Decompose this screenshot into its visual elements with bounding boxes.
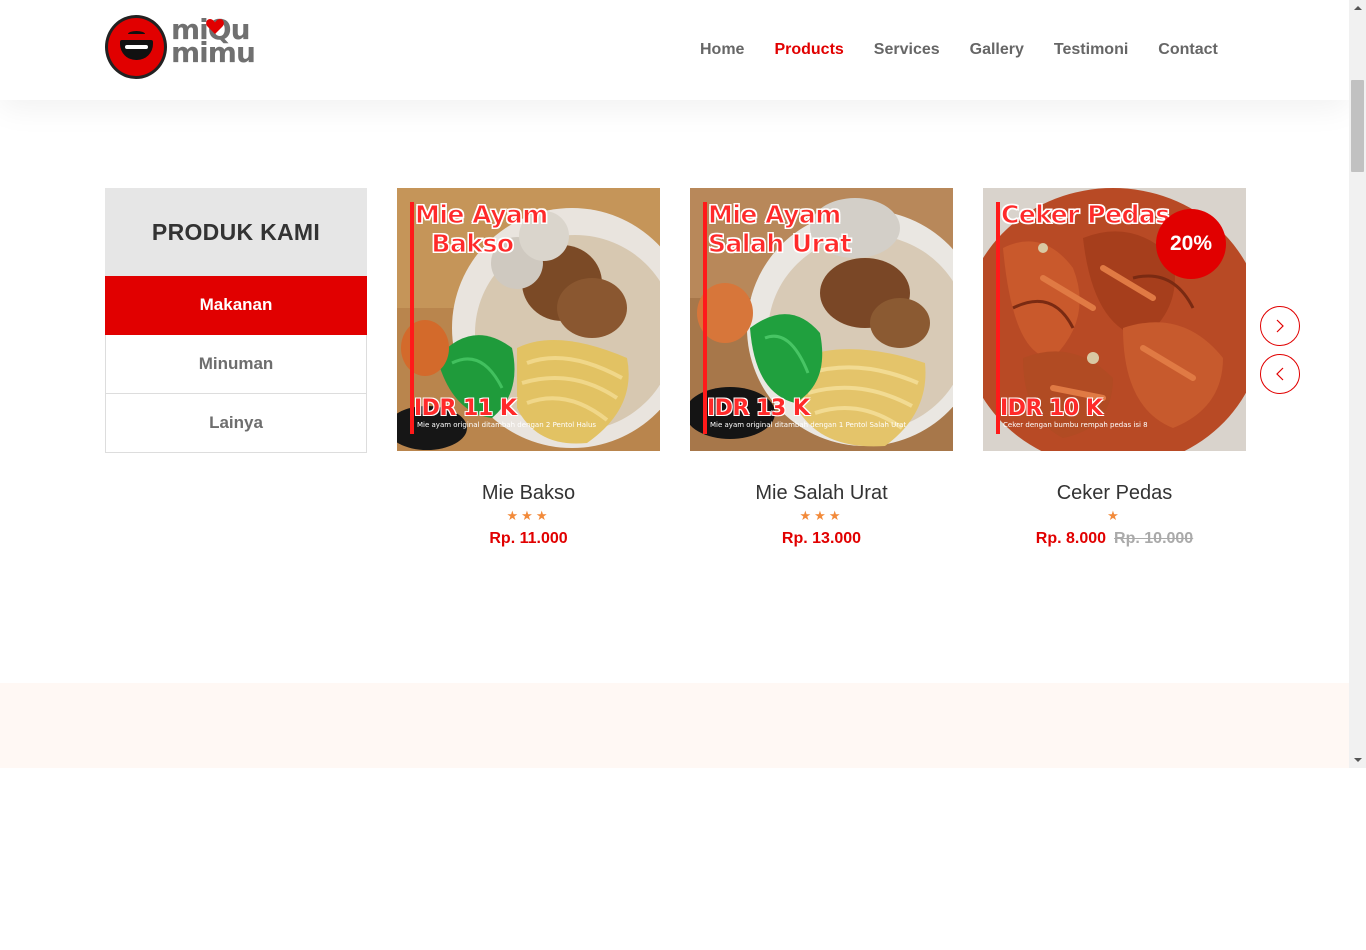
image-title: Mie Ayam Bakso bbox=[415, 200, 549, 259]
nav-contact[interactable]: Contact bbox=[1158, 38, 1218, 62]
sidebar-title: PRODUK KAMI bbox=[105, 188, 367, 276]
heart-icon bbox=[206, 19, 224, 34]
discount-badge: 20% bbox=[1156, 209, 1226, 279]
product-price: Rp. 11.000 bbox=[397, 529, 660, 549]
price-current: Rp. 11.000 bbox=[489, 530, 568, 547]
nav-gallery[interactable]: Gallery bbox=[970, 38, 1024, 62]
product-image[interactable]: Ceker Pedas IDR 10 K Ceker dengan bumbu … bbox=[983, 188, 1246, 451]
product-image[interactable]: Mie Ayam Bakso IDR 11 K Mie ayam origina… bbox=[397, 188, 660, 451]
product-card[interactable]: Mie Ayam Bakso IDR 11 K Mie ayam origina… bbox=[397, 188, 660, 549]
site-header: miQu mimu Home Products Services Gallery… bbox=[0, 0, 1349, 100]
product-image[interactable]: Mie Ayam Salah Urat IDR 13 K Mie ayam or… bbox=[690, 188, 953, 451]
product-card[interactable]: Mie Ayam Salah Urat IDR 13 K Mie ayam or… bbox=[690, 188, 953, 549]
next-section-band bbox=[0, 683, 1349, 768]
price-current: Rp. 8.000 bbox=[1035, 530, 1107, 547]
image-price: IDR 11 K bbox=[414, 396, 517, 421]
price-current: Rp. 13.000 bbox=[781, 530, 862, 547]
product-name[interactable]: Ceker Pedas bbox=[983, 481, 1246, 505]
image-title: Mie Ayam Salah Urat bbox=[707, 200, 852, 259]
image-price: IDR 10 K bbox=[1000, 396, 1103, 421]
slider-next-button[interactable] bbox=[1260, 306, 1300, 346]
category-minuman[interactable]: Minuman bbox=[105, 335, 367, 394]
scroll-up-icon[interactable] bbox=[1349, 0, 1366, 17]
category-lainya[interactable]: Lainya bbox=[105, 394, 367, 453]
nav-testimoni[interactable]: Testimoni bbox=[1054, 38, 1128, 62]
image-price: IDR 13 K bbox=[707, 396, 810, 421]
image-caption: Ceker dengan bumbu rempah pedas isi 8 bbox=[1003, 421, 1148, 429]
rating-stars: ★★★ bbox=[799, 509, 844, 524]
nav-services[interactable]: Services bbox=[874, 38, 940, 62]
slider-prev-button[interactable] bbox=[1260, 354, 1300, 394]
rating-stars: ★★★ bbox=[506, 509, 551, 524]
price-original: Rp. 10.000 bbox=[1114, 530, 1194, 547]
chevron-left-icon bbox=[1276, 367, 1284, 381]
product-name[interactable]: Mie Salah Urat bbox=[690, 481, 953, 505]
product-name[interactable]: Mie Bakso bbox=[397, 481, 660, 505]
logo-text-line2: mimu bbox=[171, 36, 256, 69]
nav-products[interactable]: Products bbox=[774, 38, 843, 62]
product-category-sidebar: PRODUK KAMI Makanan Minuman Lainya bbox=[105, 188, 367, 453]
bowl-logo-icon bbox=[105, 15, 167, 79]
category-makanan[interactable]: Makanan bbox=[105, 276, 367, 335]
main-nav: Home Products Services Gallery Testimoni… bbox=[700, 38, 1218, 62]
blank-area bbox=[0, 768, 1366, 950]
image-title: Ceker Pedas bbox=[1001, 200, 1171, 230]
image-caption: Mie ayam original ditambah dengan 2 Pent… bbox=[417, 421, 597, 429]
nav-home[interactable]: Home bbox=[700, 38, 744, 62]
product-card[interactable]: Ceker Pedas IDR 10 K Ceker dengan bumbu … bbox=[983, 188, 1246, 549]
rating-stars: ★ bbox=[1107, 509, 1122, 524]
chevron-right-icon bbox=[1276, 319, 1284, 333]
product-price: Rp. 8.000 Rp. 10.000 bbox=[983, 529, 1246, 549]
product-price: Rp. 13.000 bbox=[690, 529, 953, 549]
site-logo[interactable]: miQu mimu bbox=[105, 15, 260, 81]
scroll-down-icon[interactable] bbox=[1349, 751, 1366, 768]
image-caption: Mie ayam original ditambah dengan 1 Pent… bbox=[710, 421, 907, 429]
scrollbar-thumb[interactable] bbox=[1351, 80, 1364, 172]
page-viewport: miQu mimu Home Products Services Gallery… bbox=[0, 0, 1349, 768]
